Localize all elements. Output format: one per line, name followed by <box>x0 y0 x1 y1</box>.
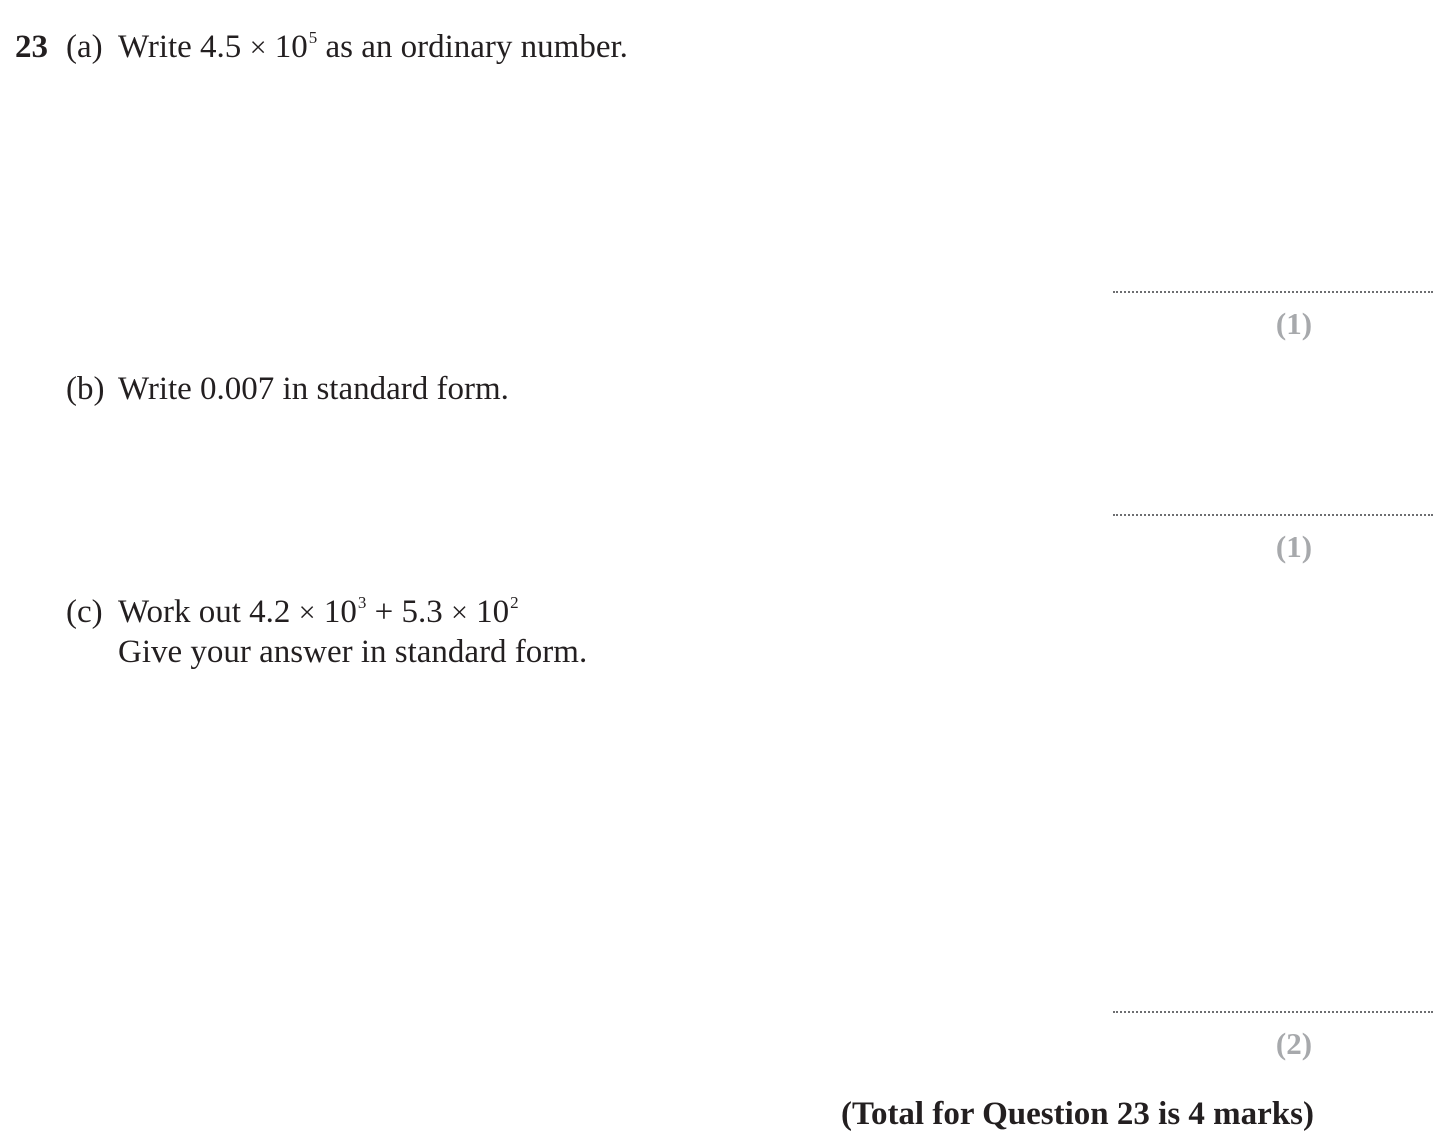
answer-line-b[interactable] <box>1113 514 1433 516</box>
part-a-text-before: Write 4.5 <box>118 29 242 65</box>
power-base: 10 <box>323 594 357 630</box>
part-c-plus-term: + 5.3 <box>374 594 443 630</box>
marks-a: (1) <box>1275 306 1313 341</box>
part-a-text-after: as an ordinary number. <box>325 29 628 65</box>
total-marks: (Total for Question 23 is 4 marks) <box>840 1096 1314 1132</box>
part-a-question: Write 4.5 × 105 as an ordinary number. <box>118 28 628 65</box>
marks-c: (2) <box>1275 1026 1313 1061</box>
times-symbol: × <box>249 31 267 64</box>
part-b-question: Write 0.007 in standard form. <box>118 371 509 407</box>
times-symbol: × <box>450 596 468 629</box>
power-exponent: 3 <box>357 593 367 612</box>
part-c-prefix: Work out 4.2 <box>118 594 291 630</box>
answer-line-c[interactable] <box>1113 1011 1433 1013</box>
power-base: 10 <box>274 29 308 65</box>
part-c-question-line1: Work out 4.2 × 103 + 5.3 × 102 <box>118 593 519 630</box>
part-c-label: (c) <box>66 594 103 630</box>
times-symbol: × <box>298 596 316 629</box>
part-a-label: (a) <box>66 29 103 65</box>
power-base: 10 <box>476 594 510 630</box>
answer-line-a[interactable] <box>1113 291 1433 293</box>
power-exponent: 5 <box>308 28 318 47</box>
power-exponent: 2 <box>510 593 519 612</box>
question-number: 23 <box>15 29 48 65</box>
marks-b: (1) <box>1275 529 1313 564</box>
part-c-question-line2: Give your answer in standard form. <box>118 634 588 670</box>
part-b-label: (b) <box>66 371 105 407</box>
